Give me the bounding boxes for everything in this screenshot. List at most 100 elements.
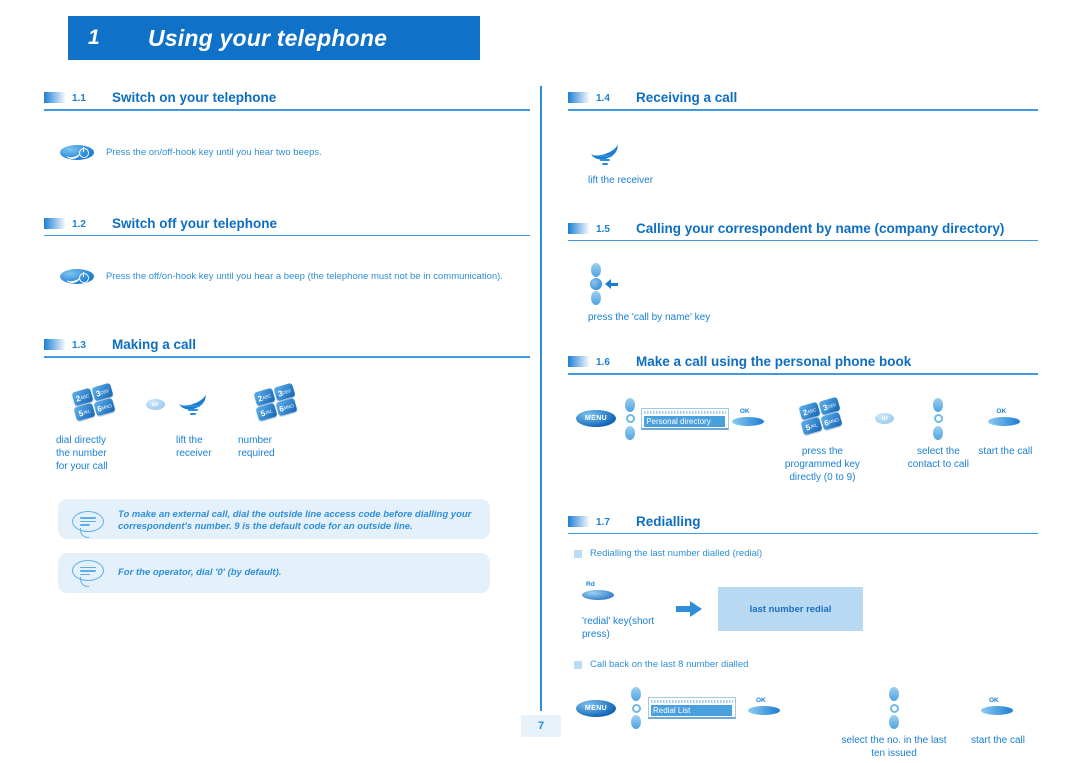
section-1-6-heading: 1.6 Make a call using the personal phone… xyxy=(568,350,1038,370)
section-1-6-number: 1.6 xyxy=(596,357,610,368)
navigator-key-icon[interactable] xyxy=(588,263,604,305)
redial-bullet-2: Call back on the last 8 number dialled xyxy=(574,659,1038,670)
section-1-3-heading: 1.3 Making a call xyxy=(44,333,530,353)
ok-key-label: OK xyxy=(756,697,766,704)
section-1-5-heading: 1.5 Calling your correspondent by name (… xyxy=(568,217,1038,237)
section-1-5-number: 1.5 xyxy=(596,223,610,235)
phone-book-step-ok1: OK xyxy=(731,397,779,441)
making-call-step-2: or xyxy=(134,386,176,424)
lcd-selected-item[interactable]: Redial List xyxy=(651,705,732,716)
last-number-redial-panel: last number redial xyxy=(718,587,863,631)
lcd-dot-row xyxy=(651,700,733,703)
phone-book-step-nav xyxy=(619,397,641,441)
redial-list-step-nav xyxy=(624,686,648,730)
redial-step-key: Rd 'redial' key(short press) xyxy=(582,577,660,641)
navigator-key-icon[interactable] xyxy=(628,687,644,729)
switch-off-step: Press the off/on-hook key until you hear… xyxy=(60,269,530,285)
lcd-dot-row xyxy=(644,410,727,414)
section-rule xyxy=(44,356,530,358)
phone-book-step-keypad: 2 ABC 3 DEF 5 JKL 6 MNO press the programmed… xyxy=(779,396,866,484)
redial-key-icon[interactable]: Rd xyxy=(582,581,616,603)
phone-book-caption-start: start the call xyxy=(978,445,1033,457)
section-marker-icon xyxy=(44,339,66,350)
keypad-icon[interactable]: 2 ABC 3 DEF 5 JKL 6 MNO xyxy=(798,396,844,436)
redial-key-caption: 'redial' key(short press) xyxy=(582,616,655,640)
phone-book-step-start: OK start the call xyxy=(973,397,1038,458)
section-1-6: 1.6 Make a call using the personal phone… xyxy=(568,350,1038,484)
section-1-2-title: Switch off your telephone xyxy=(112,215,278,231)
phone-book-caption-select: select the contact to call xyxy=(907,445,969,470)
section-1-1-title: Switch on your telephone xyxy=(112,90,277,105)
section-rule xyxy=(568,239,1038,241)
hook-key-icon[interactable] xyxy=(60,269,94,285)
lcd-selected-item[interactable]: Personal directory xyxy=(644,415,726,427)
section-1-5-title: Calling your correspondent by name (comp… xyxy=(636,220,1005,236)
phone-book-step-menu: MENU xyxy=(576,397,619,441)
section-1-2: 1.2 Switch off your telephone Press the … xyxy=(44,212,530,285)
call-by-name-caption: press the 'call by name' key xyxy=(588,312,711,323)
making-call-step-1: 2 ABC 3 DEF 5 JKL 6 MNO dial directly the nu… xyxy=(56,382,134,473)
receiving-call-step: lift the receiver xyxy=(587,133,1038,187)
ok-key-icon[interactable]: OK xyxy=(731,408,766,430)
switch-off-instruction: Press the off/on-hook key until you hear… xyxy=(106,271,503,282)
section-1-1-number: 1.1 xyxy=(72,93,86,104)
phone-book-steps: MENU Personal directory OK 2 ABC 3 DEF 5… xyxy=(576,396,1038,484)
arrow-left-icon xyxy=(605,279,619,289)
section-1-1-heading: 1.1 Switch on your telephone xyxy=(44,86,530,106)
section-rule xyxy=(44,234,530,236)
phone-book-step-or: or xyxy=(866,397,904,441)
making-call-step-4: 2 ABC 3 DEF 5 JKL 6 MNO number required xyxy=(238,382,316,460)
making-call-caption-4: number required xyxy=(238,434,275,459)
bullet-square-icon xyxy=(574,549,582,558)
or-badge: or xyxy=(875,413,895,424)
keypad-icon[interactable]: 2 ABC 3 DEF 5 JKL 6 MNO xyxy=(253,382,299,422)
phone-book-caption-keypad: press the programmed key directly (0 to … xyxy=(784,445,860,483)
section-1-4-heading: 1.4 Receiving a call xyxy=(568,86,1038,106)
section-rule xyxy=(568,373,1038,375)
section-marker-icon xyxy=(568,222,590,234)
navigator-key-icon[interactable] xyxy=(622,397,638,440)
ok-key-icon[interactable]: OK xyxy=(981,697,1015,719)
section-1-3-number: 1.3 xyxy=(72,340,86,351)
menu-key-icon[interactable]: MENU xyxy=(576,699,616,717)
navigator-key-icon[interactable] xyxy=(886,687,902,729)
switch-on-instruction: Press the on/off-hook key until you hear… xyxy=(106,146,322,158)
menu-key-icon[interactable]: MENU xyxy=(576,410,616,427)
redial-bullet-2-text: Call back on the last 8 number dialled xyxy=(590,659,749,670)
lift-receiver-icon[interactable] xyxy=(175,383,210,416)
redial-bullet-1-text: Redialling the last number dialled (redi… xyxy=(590,548,763,559)
keypad-icon[interactable]: 2 ABC 3 DEF 5 JKL 6 MNO xyxy=(71,382,117,422)
right-column: 1.4 Receiving a call lift the receiver 1… xyxy=(568,86,1038,760)
receiving-call-caption: lift the receiver xyxy=(588,174,654,186)
section-1-7: 1.7 Redialling Redialling the last numbe… xyxy=(568,510,1038,761)
redial-step-panel: last number redial xyxy=(718,587,863,631)
redial-last-number-steps: Rd 'redial' key(short press) last number… xyxy=(582,577,1038,641)
navigator-key-icon[interactable] xyxy=(930,397,946,440)
redial-list-step-lcd: Redial List xyxy=(648,686,748,730)
lift-receiver-icon[interactable] xyxy=(587,133,622,166)
section-1-6-title: Make a call using the personal phone boo… xyxy=(636,354,912,369)
chapter-header: 1 Using your telephone xyxy=(68,16,480,60)
phone-book-step-select: select the contact to call xyxy=(904,397,973,471)
ok-key-label: OK xyxy=(989,697,999,704)
section-marker-icon xyxy=(568,515,590,527)
section-marker-icon xyxy=(44,92,66,103)
ok-key-icon[interactable]: OK xyxy=(988,408,1022,430)
section-rule xyxy=(568,109,1038,111)
note-external-call-text: To make an external call, dial the outsi… xyxy=(118,508,472,532)
hook-key-icon[interactable] xyxy=(60,144,94,160)
section-marker-icon xyxy=(568,92,590,103)
section-1-4-number: 1.4 xyxy=(596,93,610,104)
ok-key-label: OK xyxy=(996,407,1007,415)
section-1-2-heading: 1.2 Switch off your telephone xyxy=(44,212,530,232)
section-1-7-number: 1.7 xyxy=(596,516,610,528)
redial-list-caption-start: start the call xyxy=(971,735,1025,746)
section-1-7-heading: 1.7 Redialling xyxy=(568,510,1038,530)
section-1-2-number: 1.2 xyxy=(72,218,86,230)
lcd-display: Redial List xyxy=(648,697,736,719)
redial-list-step-start: OK start the call xyxy=(960,686,1036,747)
making-call-caption-3: lift the receiver xyxy=(176,434,212,459)
switch-on-step: Press the on/off-hook key until you hear… xyxy=(60,144,530,160)
info-bubble-icon xyxy=(72,560,106,587)
ok-key-icon[interactable]: OK xyxy=(748,697,782,719)
